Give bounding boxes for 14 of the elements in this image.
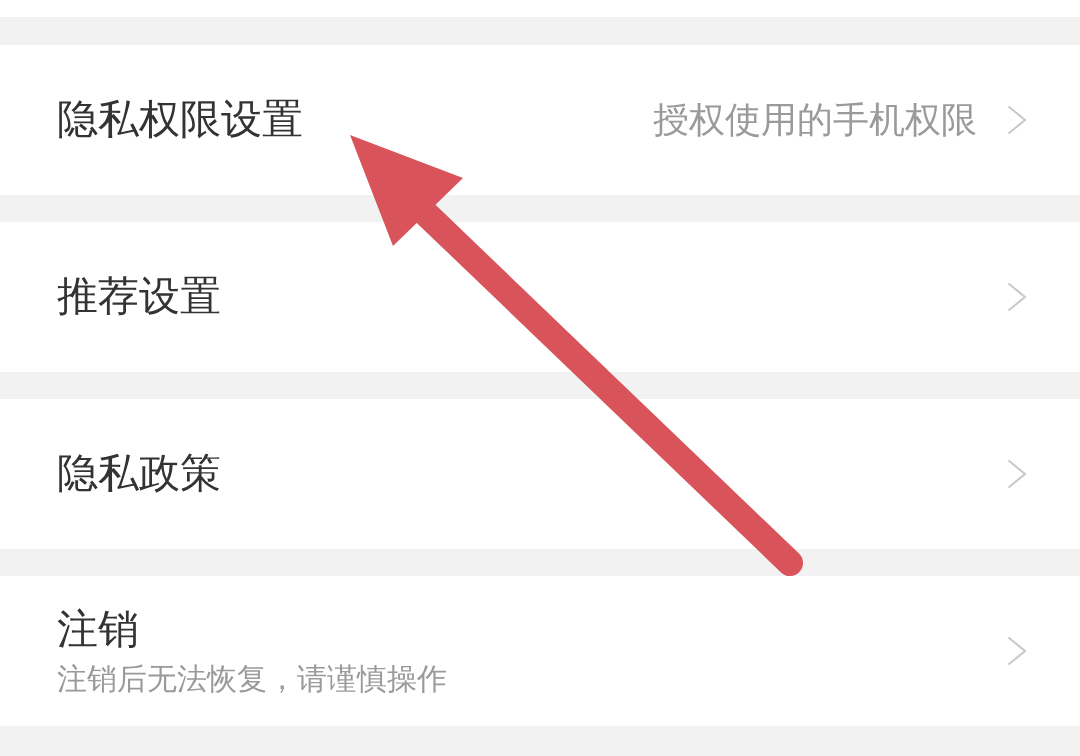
chevron-right-icon xyxy=(1007,282,1027,312)
chevron-right-icon xyxy=(1007,636,1027,666)
settings-item-hint: 授权使用的手机权限 xyxy=(653,98,977,142)
settings-item-description: 注销后无法恢复，请谨慎操作 xyxy=(57,660,447,697)
chevron-right-icon xyxy=(1007,459,1027,489)
settings-item-title: 推荐设置 xyxy=(57,272,221,322)
settings-item-title: 注销 xyxy=(57,605,139,655)
settings-item-title: 隐私权限设置 xyxy=(57,95,303,145)
settings-item[interactable]: 隐私政策 xyxy=(0,399,1080,549)
settings-item[interactable]: 隐私权限设置 授权使用的手机权限 xyxy=(0,45,1080,195)
settings-item-title: 隐私政策 xyxy=(57,449,221,499)
chevron-right-icon xyxy=(1007,105,1027,135)
settings-item[interactable]: 注销 注销后无法恢复，请谨慎操作 xyxy=(0,576,1080,726)
settings-item[interactable]: 推荐设置 xyxy=(0,222,1080,372)
